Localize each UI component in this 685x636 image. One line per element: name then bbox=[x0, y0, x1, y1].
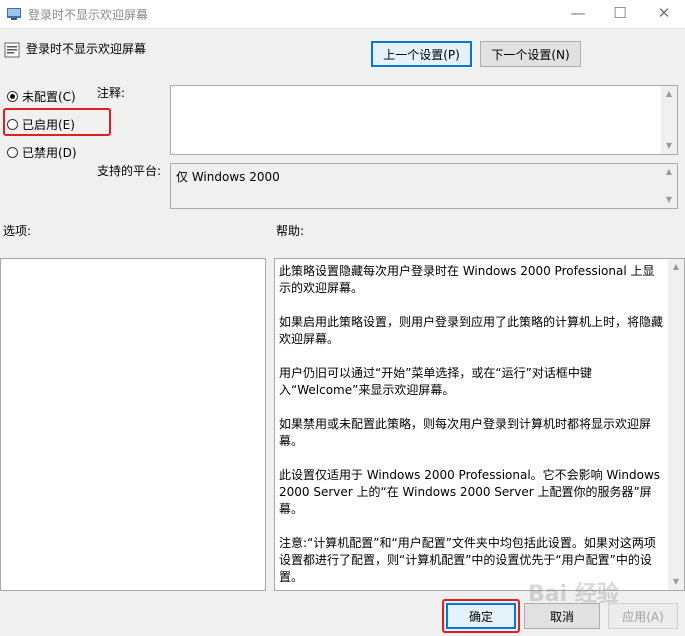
help-paragraph: 用户仍旧可以通过“开始”菜单选择，或在“运行”对话框中键入“Welcome”来显… bbox=[279, 366, 592, 397]
scroll-up-icon[interactable]: ▲ bbox=[661, 86, 677, 102]
scroll-up-icon[interactable]: ▲ bbox=[668, 259, 684, 275]
help-scrollbar[interactable]: ▲ ▼ bbox=[668, 259, 684, 590]
help-panel: 此策略设置隐藏每次用户登录时在 Windows 2000 Professiona… bbox=[274, 258, 685, 591]
comment-label: 注释: bbox=[97, 86, 126, 100]
annotation-highlight-ok bbox=[442, 599, 520, 633]
scroll-up-icon[interactable]: ▲ bbox=[661, 164, 677, 180]
help-paragraph: 如果启用此策略设置，则用户登录到应用了此策略的计算机上时，将隐藏欢迎屏幕。 bbox=[279, 315, 664, 346]
scroll-down-icon[interactable]: ▼ bbox=[661, 138, 677, 154]
platform-label: 支持的平台: bbox=[97, 164, 162, 178]
window-title: 登录时不显示欢迎屏幕 bbox=[28, 8, 149, 22]
title-bar: 登录时不显示欢迎屏幕 — ☐ ✕ bbox=[0, 0, 685, 29]
radio-label: 已禁用(D) bbox=[22, 145, 77, 160]
scroll-down-icon[interactable]: ▼ bbox=[661, 192, 677, 208]
options-panel bbox=[0, 258, 266, 591]
help-text: 此策略设置隐藏每次用户登录时在 Windows 2000 Professiona… bbox=[279, 263, 664, 603]
policy-title: 登录时不显示欢迎屏幕 bbox=[26, 42, 147, 56]
watermark: Bai 经验 bbox=[528, 582, 619, 607]
radio-indicator[interactable] bbox=[7, 146, 18, 158]
comment-textarea[interactable]: ▲ ▼ bbox=[170, 85, 678, 155]
radio-not-configured[interactable]: 未配置(C) bbox=[7, 86, 76, 106]
policy-setting-icon bbox=[4, 42, 20, 58]
previous-setting-button[interactable]: 上一个设置(P) bbox=[371, 41, 472, 67]
maximize-button[interactable]: ☐ bbox=[599, 0, 641, 28]
radio-disabled[interactable]: 已禁用(D) bbox=[7, 142, 77, 162]
platform-field: 仅 Windows 2000 ▲ ▼ bbox=[170, 163, 678, 209]
comment-scrollbar[interactable]: ▲ ▼ bbox=[661, 86, 677, 154]
help-label: 帮助: bbox=[276, 224, 305, 238]
scroll-down-icon[interactable]: ▼ bbox=[668, 574, 684, 590]
radio-label: 未配置(C) bbox=[22, 89, 76, 104]
help-paragraph: 如果禁用或未配置此策略，则每次用户登录到计算机时都将显示欢迎屏幕。 bbox=[279, 417, 652, 448]
next-setting-button[interactable]: 下一个设置(N) bbox=[480, 41, 581, 67]
minimize-button[interactable]: — bbox=[557, 0, 599, 28]
close-button[interactable]: ✕ bbox=[643, 0, 685, 28]
policy-app-icon bbox=[7, 8, 21, 20]
annotation-highlight-enabled bbox=[3, 108, 111, 136]
platform-value: 仅 Windows 2000 bbox=[176, 170, 280, 184]
radio-indicator[interactable] bbox=[7, 90, 18, 102]
help-paragraph: 此设置仅适用于 Windows 2000 Professional。它不会影响 … bbox=[279, 468, 661, 516]
help-paragraph: 此策略设置隐藏每次用户登录时在 Windows 2000 Professiona… bbox=[279, 264, 655, 295]
platform-scrollbar[interactable]: ▲ ▼ bbox=[661, 164, 677, 208]
options-label: 选项: bbox=[3, 224, 32, 238]
